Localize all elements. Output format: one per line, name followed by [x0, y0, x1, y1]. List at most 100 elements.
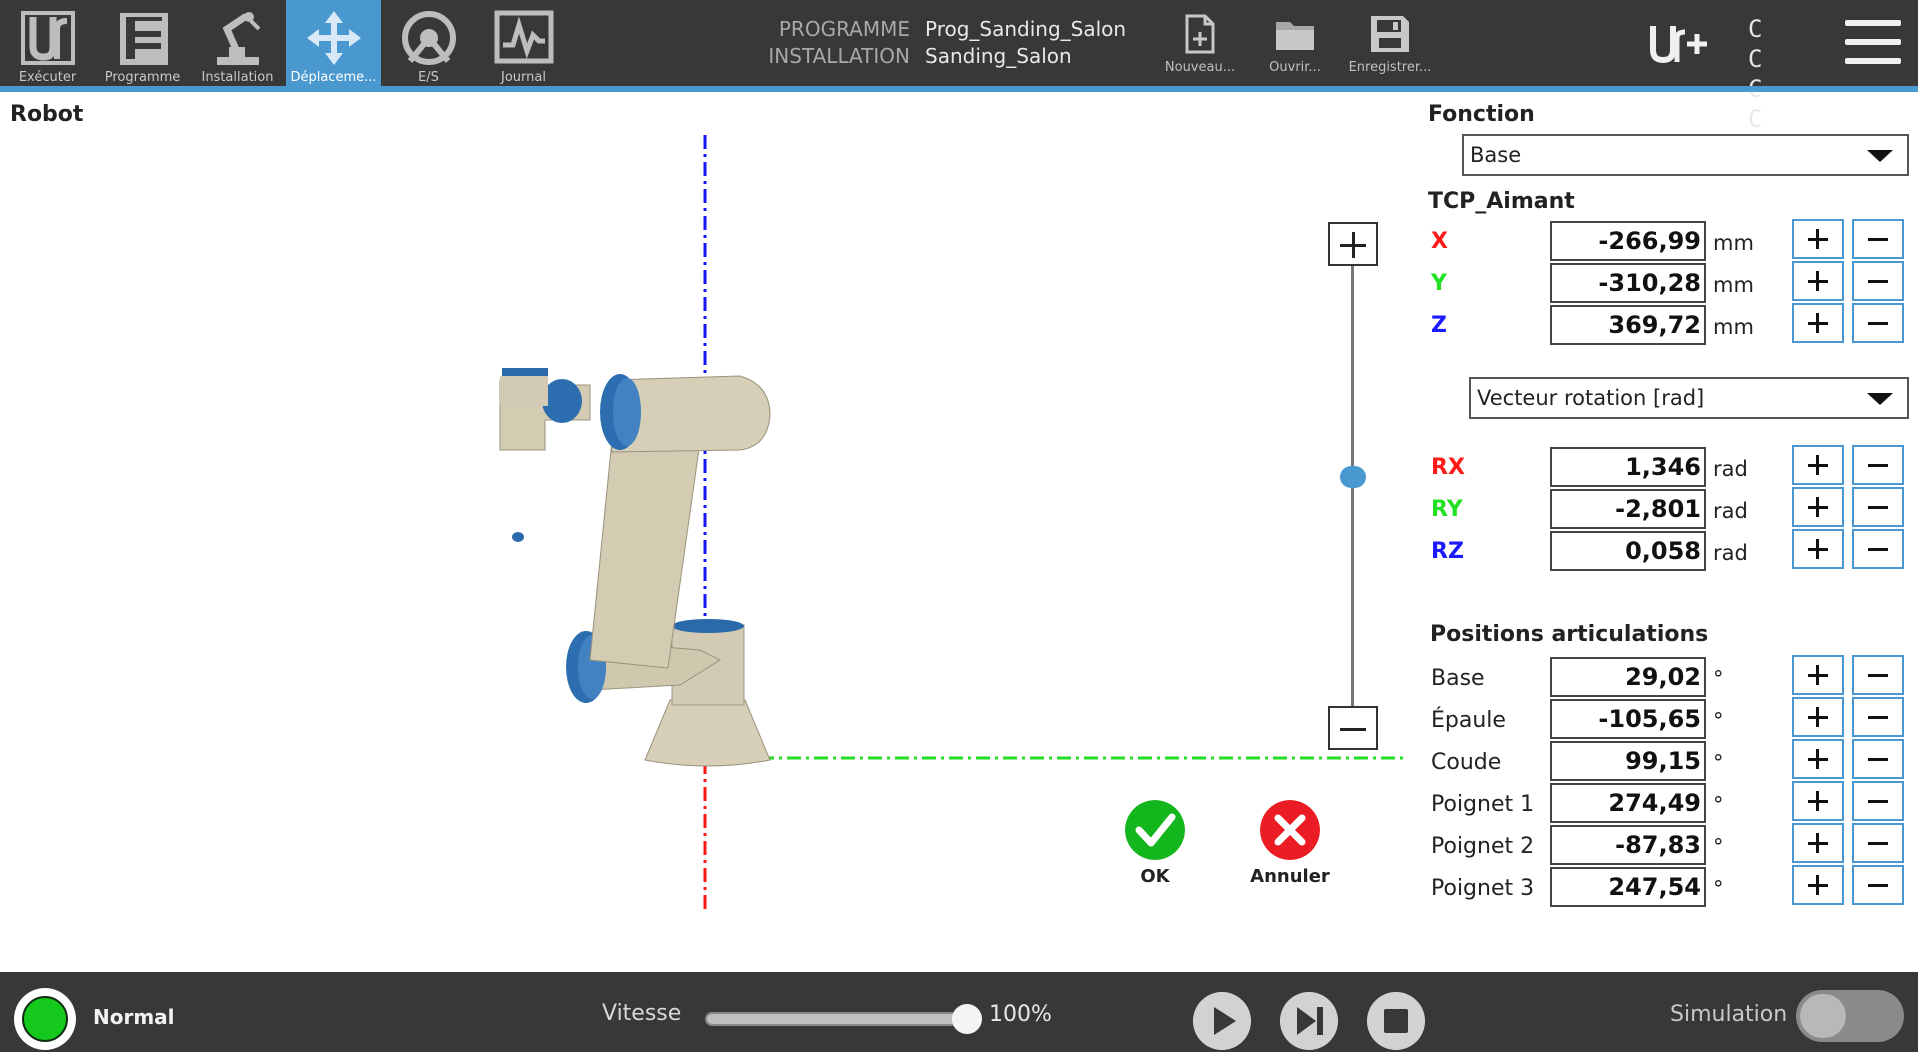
joint-2-decrement-button[interactable] — [1852, 697, 1904, 737]
minus-icon — [1868, 506, 1888, 509]
tcp-x-decrement-button[interactable] — [1852, 219, 1904, 259]
joint-3-value-field[interactable]: 99,15 — [1550, 741, 1706, 781]
feature-dropdown-value: Base — [1470, 143, 1522, 167]
ur-plus-icon[interactable] — [1647, 22, 1713, 66]
open-file-button[interactable]: Ouvrir... — [1250, 0, 1340, 86]
simulation-toggle[interactable] — [1796, 990, 1904, 1042]
joint-5-label: Poignet 2 — [1431, 834, 1535, 859]
nav-move-tab[interactable]: Déplaceme... — [286, 0, 381, 86]
zoom-in-button[interactable] — [1328, 222, 1378, 266]
tcp-z-label: Z — [1431, 313, 1447, 338]
joint-4-unit: ° — [1713, 793, 1724, 817]
joint-4-value-field[interactable]: 274,49 — [1550, 783, 1706, 823]
cancel-label: Annuler — [1250, 866, 1330, 887]
joint-6-value-field[interactable]: 247,54 — [1550, 867, 1706, 907]
nav-installation-label: Installation — [201, 70, 274, 85]
joint-5-increment-button[interactable] — [1792, 823, 1844, 863]
joint-1-value-field[interactable]: 29,02 — [1550, 657, 1706, 697]
menu-hamburger-icon[interactable] — [1845, 20, 1901, 64]
joint-4-increment-button[interactable] — [1792, 781, 1844, 821]
joint-5-value-field[interactable]: -87,83 — [1550, 825, 1706, 865]
joint-3-unit: ° — [1713, 751, 1724, 775]
log-graph-icon — [494, 10, 554, 64]
nav-run-tab[interactable]: Exécuter — [0, 0, 95, 86]
minus-icon — [1868, 842, 1888, 845]
nav-program-tab[interactable]: Programme — [95, 0, 190, 86]
tcp-ry-value-field[interactable]: -2,801 — [1550, 489, 1706, 529]
tcp-rx-decrement-button[interactable] — [1852, 445, 1904, 485]
nav-run-label: Exécuter — [18, 70, 77, 85]
minus-icon — [1868, 800, 1888, 803]
tcp-z-row: Z 369,72 mm — [1430, 303, 1910, 347]
nav-log-tab[interactable]: Journal — [476, 0, 571, 86]
joint-1-row: Base 29,02 ° — [1430, 655, 1910, 699]
program-name: Prog_Sanding_Salon — [925, 17, 1127, 41]
joint-positions-title: Positions articulations — [1430, 622, 1709, 647]
tcp-rz-value-field[interactable]: 0,058 — [1550, 531, 1706, 571]
joint-4-decrement-button[interactable] — [1852, 781, 1904, 821]
save-file-button[interactable]: Enregistrer... — [1340, 0, 1440, 86]
feature-title: Fonction — [1428, 102, 1535, 127]
checkmark-icon — [1125, 800, 1185, 860]
tcp-x-value-field[interactable]: -266,99 — [1550, 221, 1706, 261]
tcp-ry-increment-button[interactable] — [1792, 487, 1844, 527]
robot-3d-view[interactable] — [0, 130, 1410, 920]
save-disk-icon — [1371, 16, 1409, 52]
status-cc-indicator: C C C C — [1748, 15, 1777, 133]
tcp-z-increment-button[interactable] — [1792, 303, 1844, 343]
joint-4-row: Poignet 1 274,49 ° — [1430, 781, 1910, 825]
zoom-out-button[interactable] — [1328, 706, 1378, 750]
speed-slider-track[interactable] — [705, 1012, 967, 1026]
tcp-rx-label: RX — [1431, 455, 1465, 480]
joint-2-value-field[interactable]: -105,65 — [1550, 699, 1706, 739]
tcp-title: TCP_Aimant — [1428, 189, 1575, 214]
joint-5-decrement-button[interactable] — [1852, 823, 1904, 863]
joint-6-decrement-button[interactable] — [1852, 865, 1904, 905]
tcp-rz-decrement-button[interactable] — [1852, 529, 1904, 569]
tcp-y-unit: mm — [1713, 273, 1754, 297]
feature-dropdown[interactable]: Base — [1462, 134, 1909, 176]
simulation-toggle-knob — [1800, 994, 1846, 1038]
speed-value: 100% — [989, 1002, 1052, 1027]
tcp-rx-increment-button[interactable] — [1792, 445, 1844, 485]
tcp-z-decrement-button[interactable] — [1852, 303, 1904, 343]
tcp-rz-increment-button[interactable] — [1792, 529, 1844, 569]
installation-label: INSTALLATION — [768, 44, 910, 68]
joint-3-increment-button[interactable] — [1792, 739, 1844, 779]
joint-2-row: Épaule -105,65 ° — [1430, 697, 1910, 741]
joint-2-increment-button[interactable] — [1792, 697, 1844, 737]
speed-slider-handle[interactable] — [952, 1004, 982, 1034]
speed-label: Vitesse — [602, 1001, 682, 1026]
tcp-ry-decrement-button[interactable] — [1852, 487, 1904, 527]
joint-2-label: Épaule — [1431, 708, 1506, 733]
tcp-ry-unit: rad — [1713, 499, 1748, 523]
step-button[interactable] — [1280, 992, 1338, 1050]
nav-io-tab[interactable]: E/S — [381, 0, 476, 86]
robot-status-button[interactable] — [14, 988, 76, 1050]
tcp-rx-value-field[interactable]: 1,346 — [1550, 447, 1706, 487]
rotation-mode-dropdown[interactable]: Vecteur rotation [rad] — [1469, 377, 1909, 419]
joint-1-decrement-button[interactable] — [1852, 655, 1904, 695]
tcp-z-value-field[interactable]: 369,72 — [1550, 305, 1706, 345]
zoom-slider-handle[interactable] — [1340, 466, 1366, 488]
save-file-label: Enregistrer... — [1348, 60, 1432, 75]
nav-installation-tab[interactable]: Installation — [190, 0, 285, 86]
tcp-y-value-field[interactable]: -310,28 — [1550, 263, 1706, 303]
chevron-down-icon — [1867, 150, 1893, 162]
new-file-button[interactable]: Nouveau... — [1155, 0, 1245, 86]
tcp-y-increment-button[interactable] — [1792, 261, 1844, 301]
new-file-icon — [1185, 14, 1215, 54]
joint-3-decrement-button[interactable] — [1852, 739, 1904, 779]
tcp-y-decrement-button[interactable] — [1852, 261, 1904, 301]
nav-io-label: E/S — [418, 70, 439, 85]
joint-1-increment-button[interactable] — [1792, 655, 1844, 695]
tcp-point-marker — [512, 532, 524, 542]
play-button[interactable] — [1193, 992, 1251, 1050]
joint-6-increment-button[interactable] — [1792, 865, 1844, 905]
tcp-rz-unit: rad — [1713, 541, 1748, 565]
tcp-x-increment-button[interactable] — [1792, 219, 1844, 259]
chevron-down-icon — [1867, 393, 1893, 405]
tcp-z-unit: mm — [1713, 315, 1754, 339]
joint-6-label: Poignet 3 — [1431, 876, 1535, 901]
stop-button[interactable] — [1367, 992, 1425, 1050]
